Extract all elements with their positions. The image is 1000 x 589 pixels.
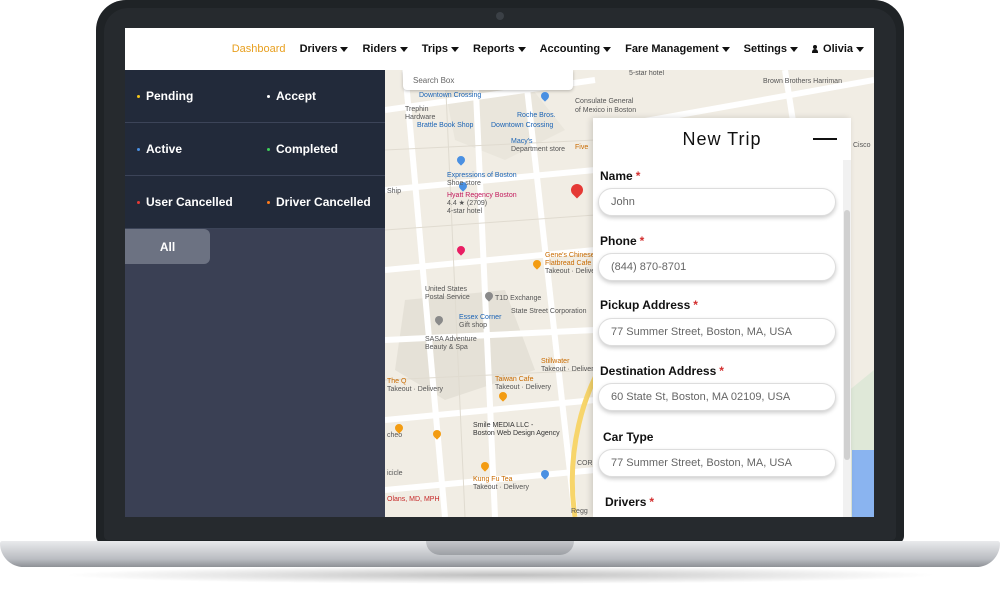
car-type-label: Car Type xyxy=(603,430,654,444)
camera-icon xyxy=(496,12,504,20)
map-view[interactable]: Search Box Trephin Hardware Brattle Book… xyxy=(385,70,874,517)
car-type-select[interactable]: 77 Summer Street, Boston, MA, USA xyxy=(598,449,836,477)
nav-fare-management[interactable]: Fare Management xyxy=(625,43,730,55)
status-filter-grid: Pending Accept Active Completed User Can… xyxy=(125,70,385,229)
status-user-cancelled[interactable]: User Cancelled xyxy=(125,176,255,228)
drivers-label: Drivers * xyxy=(605,495,655,509)
nav-reports[interactable]: Reports xyxy=(473,43,526,55)
pickup-address-label: Pickup Address * xyxy=(600,298,698,312)
status-row: Pending Accept xyxy=(125,70,385,123)
status-row: Active Completed xyxy=(125,123,385,176)
status-accept[interactable]: Accept xyxy=(255,70,385,122)
caret-down-icon xyxy=(399,46,408,52)
nav-drivers[interactable]: Drivers xyxy=(300,43,349,55)
nav-riders[interactable]: Riders xyxy=(362,43,408,55)
caret-down-icon xyxy=(603,46,612,52)
map-search-input[interactable]: Search Box xyxy=(403,70,573,90)
scrollbar-thumb[interactable] xyxy=(844,210,850,460)
yellow-dot-icon xyxy=(137,94,140,98)
minimize-icon[interactable] xyxy=(813,138,837,140)
name-label: Name * xyxy=(600,169,641,183)
white-dot-icon xyxy=(267,94,270,98)
status-active[interactable]: Active xyxy=(125,123,255,175)
status-driver-cancelled[interactable]: Driver Cancelled xyxy=(255,176,385,228)
red-dot-icon xyxy=(137,200,140,204)
nav-dashboard[interactable]: Dashboard xyxy=(232,43,286,55)
status-completed[interactable]: Completed xyxy=(255,123,385,175)
nav-trips[interactable]: Trips xyxy=(422,43,460,55)
new-trip-panel: New Trip Name * John Phone * (844) 870-870… xyxy=(593,118,851,517)
phone-input[interactable]: (844) 870-8701 xyxy=(598,253,836,281)
form-scrollbar[interactable] xyxy=(843,160,851,517)
name-input[interactable]: John xyxy=(598,188,836,216)
pickup-address-input[interactable]: 77 Summer Street, Boston, MA, USA xyxy=(598,318,836,346)
top-nav: Dashboard Drivers Riders Trips Reports A… xyxy=(125,28,874,70)
caret-down-icon xyxy=(721,46,730,52)
caret-down-icon xyxy=(517,46,526,52)
caret-down-icon xyxy=(451,46,460,52)
caret-down-icon xyxy=(856,46,864,52)
caret-down-icon xyxy=(790,46,799,52)
nav-user-menu[interactable]: Olivia xyxy=(812,43,864,55)
map-water-area xyxy=(852,450,874,517)
nav-accounting[interactable]: Accounting xyxy=(540,43,612,55)
new-trip-header: New Trip xyxy=(593,118,851,160)
orange-dot-icon xyxy=(267,200,270,204)
status-pending[interactable]: Pending xyxy=(125,70,255,122)
app-screen: Dashboard Drivers Riders Trips Reports A… xyxy=(125,28,874,517)
caret-down-icon xyxy=(340,46,349,52)
blue-dot-icon xyxy=(137,147,140,151)
phone-label: Phone * xyxy=(600,234,645,248)
destination-address-label: Destination Address * xyxy=(600,364,724,378)
user-icon xyxy=(812,45,819,53)
status-panel: Pending Accept Active Completed User Can… xyxy=(125,70,385,517)
green-dot-icon xyxy=(267,147,270,151)
status-row: User Cancelled Driver Cancelled xyxy=(125,176,385,229)
destination-address-input[interactable]: 60 State St, Boston, MA 02109, USA xyxy=(598,383,836,411)
laptop-shadow xyxy=(60,566,940,584)
new-trip-title: New Trip xyxy=(682,128,762,149)
laptop-notch xyxy=(426,541,574,555)
nav-settings[interactable]: Settings xyxy=(744,43,799,55)
all-filter-button[interactable]: All xyxy=(125,229,210,264)
